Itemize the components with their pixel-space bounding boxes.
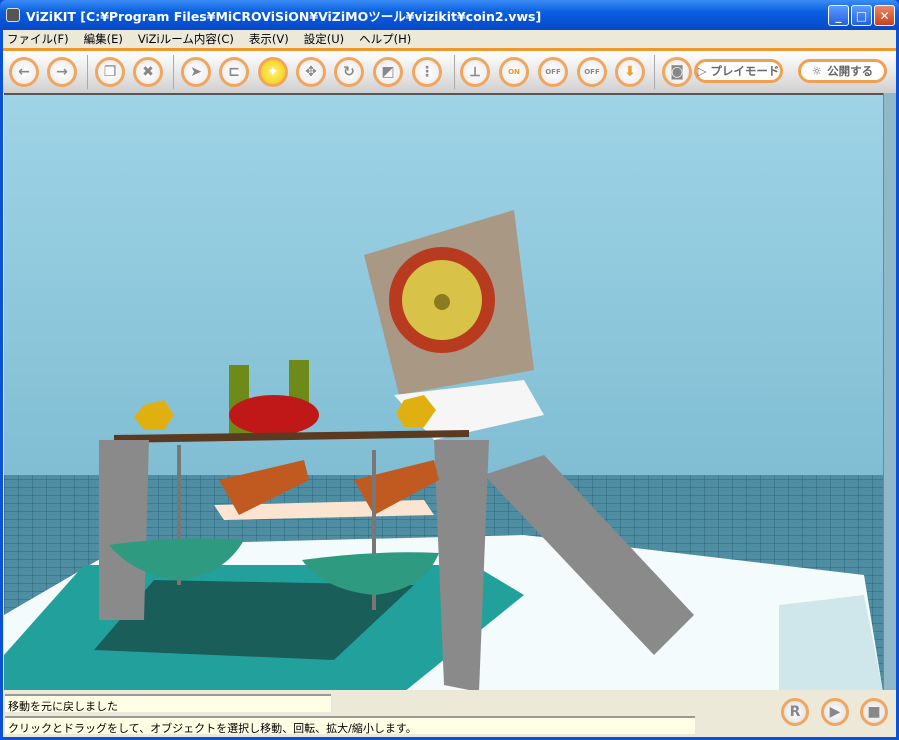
separator (454, 55, 455, 89)
red-tank (229, 395, 319, 435)
menu-edit[interactable]: 編集(E) (84, 31, 123, 47)
forward-icon[interactable]: → (47, 57, 77, 87)
menu-room-contents[interactable]: ViZiルーム内容(C) (138, 31, 234, 47)
reset-button[interactable]: R (781, 698, 809, 726)
menu-settings[interactable]: 設定(U) (304, 31, 344, 47)
status-hint: クリックとドラッグをして、オブジェクトを選択し移動、回転、拡大/縮小します。 (5, 716, 695, 735)
title-bar: ViZiKIT [C:¥Program Files¥MiCROViSiON¥Vi… (0, 0, 899, 30)
menu-bar: ファイル(F) 編集(E) ViZiルーム内容(C) 表示(V) 設定(U) ヘ… (3, 30, 896, 48)
delete-icon[interactable]: ✖ (133, 57, 163, 87)
status-message: 移動を元に戻しました (5, 694, 331, 713)
back-icon[interactable]: ← (9, 57, 39, 87)
drop-icon[interactable]: ⬇ (615, 57, 645, 87)
minimize-button[interactable]: _ (828, 5, 849, 26)
3d-scene (4, 95, 883, 690)
window-title: ViZiKIT [C:¥Program Files¥MiCROViSiON¥Vi… (26, 8, 542, 24)
left-leg (99, 440, 149, 620)
menu-view[interactable]: 表示(V) (249, 31, 289, 47)
grid-on-icon[interactable]: ON (499, 57, 529, 87)
camera-icon[interactable]: ◙ (662, 57, 692, 87)
separator (173, 55, 174, 89)
separator (654, 55, 655, 89)
publish-button[interactable]: ☼ 公開する (798, 59, 887, 83)
restore-icon[interactable]: ❐ (95, 57, 125, 87)
link-icon[interactable]: ⊏ (219, 57, 249, 87)
app-icon (6, 8, 20, 22)
play-mode-button[interactable]: ▷ プレイモード (694, 59, 783, 83)
box-off-icon[interactable]: OFF (577, 57, 607, 87)
scale-icon[interactable]: ◩ (373, 57, 403, 87)
publish-label: 公開する (827, 64, 874, 78)
client-area: ファイル(F) 編集(E) ViZiルーム内容(C) 表示(V) 設定(U) ヘ… (3, 30, 896, 737)
arrow-off-icon[interactable]: OFF (538, 57, 568, 87)
sun-icon: ☼ (811, 64, 823, 78)
separator (87, 55, 88, 89)
target-icon[interactable]: ✦ (258, 57, 288, 87)
play-button[interactable]: ▶ (821, 698, 849, 726)
maximize-button[interactable]: □ (851, 5, 872, 26)
toolbar: ← → ❐ ✖ ➤ ⊏ ✦ ✥ ↻ ◩ ⋮ ⟂ ON OFF OFF ⬇ ◙ ▷… (3, 51, 896, 93)
text-icon[interactable]: ⋮ (412, 57, 442, 87)
close-button[interactable]: ✕ (874, 5, 895, 26)
3d-viewport[interactable] (4, 93, 883, 690)
menu-file[interactable]: ファイル(F) (7, 31, 69, 47)
menu-help[interactable]: ヘルプ(H) (359, 31, 411, 47)
move-icon[interactable]: ✥ (296, 57, 326, 87)
axes-icon[interactable]: ⟂ (460, 57, 490, 87)
gear-hub (434, 294, 450, 310)
scrollbar[interactable] (883, 93, 896, 690)
stop-button[interactable]: ■ (860, 698, 888, 726)
rotate-icon[interactable]: ↻ (334, 57, 364, 87)
select-arrow-icon[interactable]: ➤ (181, 57, 211, 87)
